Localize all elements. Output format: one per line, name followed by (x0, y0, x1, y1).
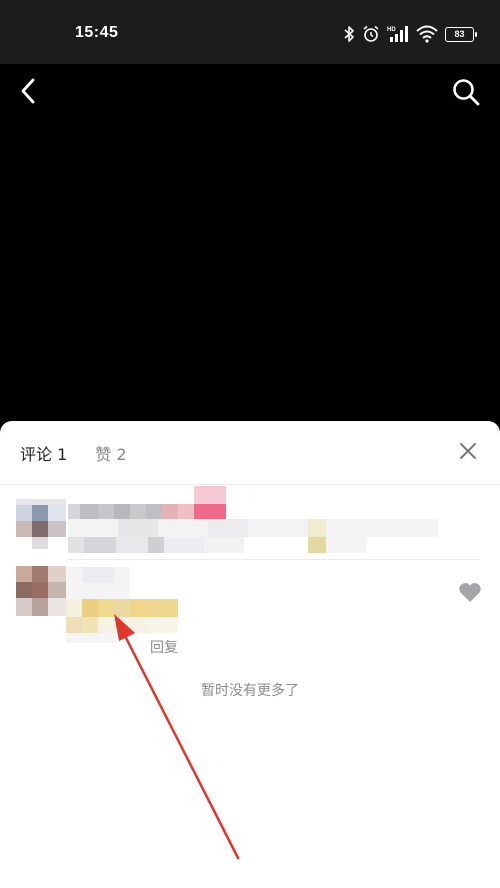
bluetooth-icon (344, 26, 354, 42)
comment-author-name (68, 486, 228, 520)
comment-text (66, 599, 180, 643)
status-time: 15:45 (75, 24, 119, 41)
svg-text:HD: HD (387, 27, 396, 33)
comment-text (68, 519, 438, 553)
top-nav (0, 64, 500, 120)
comment-tabs: 评论 1 赞 2 (20, 441, 127, 465)
comments-sheet: 评论 1 赞 2 回复 暂时没有更多了 (0, 421, 500, 888)
avatar (16, 566, 66, 616)
video-area[interactable] (0, 120, 500, 420)
comment-author-name (66, 567, 130, 599)
no-more-text: 暂时没有更多了 (201, 683, 299, 699)
heart-icon[interactable] (458, 581, 482, 603)
battery-icon: 83 (445, 26, 477, 42)
tab-likes[interactable]: 赞 2 (95, 441, 126, 465)
status-icons: HD 83 (343, 24, 477, 44)
tab-divider (0, 484, 500, 485)
reply-button[interactable]: 回复 (150, 637, 178, 657)
status-bar: 15:45 HD 83 (0, 0, 500, 64)
tab-comments[interactable]: 评论 1 (20, 441, 67, 465)
comment-divider (68, 559, 480, 560)
back-arrow-icon[interactable] (16, 76, 42, 106)
signal-hd-icon: HD (387, 26, 408, 42)
close-icon[interactable] (458, 441, 478, 461)
avatar (16, 499, 66, 549)
wifi-icon (416, 25, 438, 43)
alarm-icon (363, 25, 379, 42)
search-icon[interactable] (450, 76, 482, 108)
